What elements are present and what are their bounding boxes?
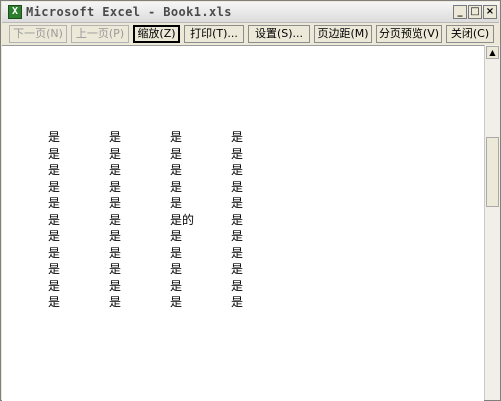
cell-text: 是 <box>231 295 244 309</box>
minimize-button[interactable]: _ <box>453 5 467 19</box>
cell-text: 是 <box>231 262 244 276</box>
cell-text: 是 <box>231 130 244 144</box>
close-preview-button[interactable]: 关闭(C) <box>446 25 494 43</box>
cell-text: 是 <box>170 196 183 210</box>
sheet-column-4: 是 是 是 是 是 是 是 是 是 是 是 <box>231 129 243 311</box>
zoom-button[interactable]: 缩放(Z) <box>133 25 180 43</box>
cell-text: 是 <box>48 163 61 177</box>
print-button[interactable]: 打印(T)... <box>184 25 244 43</box>
cell-text: 是 <box>109 245 122 260</box>
window-title: Microsoft Excel - Book1.xls <box>26 5 232 19</box>
cell-text: 是 <box>109 179 122 194</box>
cell-text: 是 <box>170 295 183 309</box>
print-preview-toolbar: 下一页(N) 上一页(P) 缩放(Z) 打印(T)... 设置(S)... 页边… <box>2 23 499 45</box>
cell-text: 是 <box>109 262 122 276</box>
excel-app-icon[interactable]: X <box>8 5 22 19</box>
setup-button[interactable]: 设置(S)... <box>248 25 310 43</box>
cell-text: 是 <box>48 196 61 210</box>
cell-text: 是 <box>231 245 244 260</box>
cell-text: 是 <box>231 212 244 227</box>
cell-text: 是 <box>48 212 61 227</box>
previous-page-button[interactable]: 上一页(P) <box>71 25 129 43</box>
cell-text: 是的 <box>170 212 195 227</box>
cell-text: 是 <box>109 295 122 309</box>
excel-print-preview-window: X Microsoft Excel - Book1.xls _ □ × 下一页(… <box>0 0 501 401</box>
margins-button[interactable]: 页边距(M) <box>314 25 372 43</box>
scrollbar-thumb[interactable] <box>486 137 499 207</box>
title-bar: X Microsoft Excel - Book1.xls _ □ × <box>2 2 499 23</box>
cell-text: 是 <box>48 295 61 309</box>
cell-text: 是 <box>231 146 244 161</box>
cell-text: 是 <box>231 163 244 177</box>
vertical-scrollbar[interactable]: ▲ <box>484 45 500 400</box>
cell-text: 是 <box>109 278 122 293</box>
cell-text: 是 <box>48 245 61 260</box>
cell-text: 是 <box>170 245 183 260</box>
cell-text: 是 <box>170 179 183 194</box>
cell-text: 是 <box>170 163 183 177</box>
cell-text: 是 <box>48 146 61 161</box>
cell-text: 是 <box>48 229 61 243</box>
cell-text: 是 <box>170 130 183 144</box>
cell-text: 是 <box>109 212 122 227</box>
page-break-preview-button[interactable]: 分页预览(V) <box>376 25 442 43</box>
cell-text: 是 <box>170 262 183 276</box>
cell-text: 是 <box>109 229 122 243</box>
cell-text: 是 <box>170 229 183 243</box>
cell-text: 是 <box>231 179 244 194</box>
sheet-column-1: 是 是 是 是 是 是 是 是 是 是 是 <box>48 129 60 311</box>
cell-text: 是 <box>109 146 122 161</box>
cell-text: 是 <box>48 130 61 144</box>
next-page-button[interactable]: 下一页(N) <box>9 25 67 43</box>
cell-text: 是 <box>109 196 122 210</box>
close-window-button[interactable]: × <box>483 5 497 19</box>
cell-text: 是 <box>170 146 183 161</box>
cell-text: 是 <box>231 196 244 210</box>
preview-page[interactable]: 是 是 是 是 是 是 是 是 是 是 是 是 是 是 是 是 是 是 是 是 … <box>2 45 484 401</box>
cell-text: 是 <box>231 278 244 293</box>
sheet-column-3: 是 是 是 是 是 是的 是 是 是 是 是 <box>170 129 194 311</box>
maximize-button[interactable]: □ <box>468 5 482 19</box>
cell-text: 是 <box>170 278 183 293</box>
cell-text: 是 <box>48 262 61 276</box>
cell-text: 是 <box>231 229 244 243</box>
cell-text: 是 <box>48 278 61 293</box>
cell-text: 是 <box>48 179 61 194</box>
scroll-up-arrow-icon[interactable]: ▲ <box>486 46 499 59</box>
cell-text: 是 <box>109 130 122 144</box>
sheet-column-2: 是 是 是 是 是 是 是 是 是 是 是 <box>109 129 121 311</box>
cell-text: 是 <box>109 163 122 177</box>
